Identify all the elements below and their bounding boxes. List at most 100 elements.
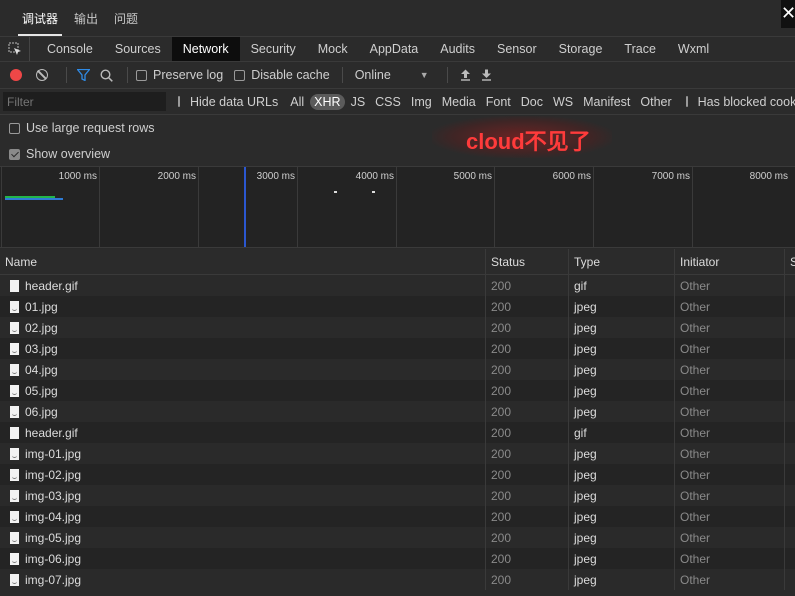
request-type: jpeg bbox=[569, 296, 675, 317]
request-status: 200 bbox=[486, 548, 569, 569]
close-icon[interactable]: ✕ bbox=[781, 0, 795, 28]
filter-type-all[interactable]: All bbox=[286, 94, 308, 110]
search-icon[interactable] bbox=[100, 68, 113, 82]
table-row[interactable]: 01.jpg 200 jpeg Other bbox=[0, 296, 795, 317]
request-name-cell[interactable]: img-07.jpg bbox=[0, 569, 486, 590]
file-icon bbox=[10, 405, 19, 418]
hide-data-urls-checkbox[interactable] bbox=[178, 96, 180, 107]
request-name-cell[interactable]: img-01.jpg bbox=[0, 443, 486, 464]
filter-type-media[interactable]: Media bbox=[438, 94, 480, 110]
request-initiator: Other bbox=[675, 317, 785, 338]
table-row[interactable]: header.gif 200 gif Other bbox=[0, 422, 795, 443]
request-name-cell[interactable]: 05.jpg bbox=[0, 380, 486, 401]
request-initiator: Other bbox=[675, 275, 785, 296]
blocked-cookies-checkbox[interactable] bbox=[685, 96, 688, 107]
inspect-element-icon[interactable] bbox=[0, 37, 30, 61]
filter-bar: Hide data URLs All XHR JS CSS Img Media … bbox=[0, 89, 795, 115]
column-header-name[interactable]: Name bbox=[0, 249, 486, 274]
request-initiator: Other bbox=[675, 401, 785, 422]
request-name-cell[interactable]: img-03.jpg bbox=[0, 485, 486, 506]
request-name: 05.jpg bbox=[25, 383, 58, 398]
request-name-cell[interactable]: 01.jpg bbox=[0, 296, 486, 317]
throttle-select[interactable]: Online ▼ bbox=[355, 68, 429, 82]
request-name-cell[interactable]: 03.jpg bbox=[0, 338, 486, 359]
tab-output[interactable]: 输出 bbox=[66, 10, 106, 36]
request-name-cell[interactable]: 04.jpg bbox=[0, 359, 486, 380]
table-row[interactable]: img-01.jpg 200 jpeg Other bbox=[0, 443, 795, 464]
filter-type-xhr[interactable]: XHR bbox=[310, 93, 345, 110]
filter-type-doc[interactable]: Doc bbox=[517, 94, 547, 110]
column-header-type[interactable]: Type bbox=[569, 249, 675, 274]
request-name: img-01.jpg bbox=[25, 446, 82, 461]
tab-sensor[interactable]: Sensor bbox=[486, 37, 548, 61]
divider bbox=[66, 67, 67, 83]
table-row[interactable]: img-03.jpg 200 jpeg Other bbox=[0, 485, 795, 506]
filter-type-manifest[interactable]: Manifest bbox=[579, 94, 634, 110]
table-row[interactable]: 02.jpg 200 jpeg Other bbox=[0, 317, 795, 338]
column-header-size[interactable]: S bbox=[785, 249, 795, 274]
record-icon[interactable] bbox=[10, 69, 22, 81]
tab-network[interactable]: Network bbox=[171, 37, 240, 61]
show-overview-option[interactable]: Show overview bbox=[0, 141, 795, 167]
import-har-icon[interactable] bbox=[460, 69, 471, 81]
tab-mock[interactable]: Mock bbox=[307, 37, 359, 61]
large-rows-option[interactable]: Use large request rows bbox=[0, 115, 795, 141]
request-name-cell[interactable]: img-06.jpg bbox=[0, 548, 486, 569]
filter-input[interactable] bbox=[3, 92, 166, 111]
request-name-cell[interactable]: img-04.jpg bbox=[0, 506, 486, 527]
tab-sources[interactable]: Sources bbox=[104, 37, 172, 61]
filter-type-other[interactable]: Other bbox=[636, 94, 675, 110]
table-row[interactable]: img-07.jpg 200 jpeg Other bbox=[0, 569, 795, 590]
request-name-cell[interactable]: img-05.jpg bbox=[0, 527, 486, 548]
filter-type-css[interactable]: CSS bbox=[371, 94, 405, 110]
table-row[interactable]: img-02.jpg 200 jpeg Other bbox=[0, 464, 795, 485]
file-icon bbox=[10, 552, 19, 565]
tab-console[interactable]: Console bbox=[36, 37, 104, 61]
column-header-initiator[interactable]: Initiator bbox=[675, 249, 785, 274]
table-row[interactable]: header.gif 200 gif Other bbox=[0, 275, 795, 296]
large-rows-checkbox[interactable] bbox=[9, 122, 20, 134]
overview-request-dot bbox=[334, 191, 337, 193]
tab-wxml[interactable]: Wxml bbox=[667, 37, 720, 61]
table-row[interactable]: img-05.jpg 200 jpeg Other bbox=[0, 527, 795, 548]
filter-icon[interactable] bbox=[77, 69, 90, 81]
request-name: img-02.jpg bbox=[25, 467, 82, 482]
request-name-cell[interactable]: header.gif bbox=[0, 275, 486, 296]
network-overview[interactable]: 1000 ms 2000 ms 3000 ms 4000 ms 5000 ms … bbox=[0, 166, 795, 248]
table-row[interactable]: img-04.jpg 200 jpeg Other bbox=[0, 506, 795, 527]
tab-problems[interactable]: 问题 bbox=[106, 10, 146, 36]
disable-cache-checkbox[interactable] bbox=[234, 69, 246, 81]
table-row[interactable]: 04.jpg 200 jpeg Other bbox=[0, 359, 795, 380]
file-icon bbox=[10, 573, 19, 586]
filter-type-js[interactable]: JS bbox=[347, 94, 370, 110]
table-row[interactable]: 03.jpg 200 jpeg Other bbox=[0, 338, 795, 359]
tab-trace[interactable]: Trace bbox=[613, 37, 667, 61]
request-status: 200 bbox=[486, 338, 569, 359]
filter-type-ws[interactable]: WS bbox=[549, 94, 577, 110]
request-status: 200 bbox=[486, 506, 569, 527]
export-har-icon[interactable] bbox=[481, 69, 492, 81]
tab-appdata[interactable]: AppData bbox=[359, 37, 430, 61]
table-row[interactable]: 06.jpg 200 jpeg Other bbox=[0, 401, 795, 422]
table-row[interactable]: 05.jpg 200 jpeg Other bbox=[0, 380, 795, 401]
tab-storage[interactable]: Storage bbox=[548, 37, 614, 61]
request-type: jpeg bbox=[569, 380, 675, 401]
table-row[interactable]: img-06.jpg 200 jpeg Other bbox=[0, 548, 795, 569]
tab-security[interactable]: Security bbox=[240, 37, 307, 61]
request-type: jpeg bbox=[569, 485, 675, 506]
clear-icon[interactable] bbox=[36, 69, 48, 81]
large-rows-label: Use large request rows bbox=[26, 121, 155, 135]
preserve-log-checkbox[interactable] bbox=[136, 69, 147, 81]
filter-type-font[interactable]: Font bbox=[482, 94, 515, 110]
request-initiator: Other bbox=[675, 443, 785, 464]
request-name-cell[interactable]: 06.jpg bbox=[0, 401, 486, 422]
filter-type-img[interactable]: Img bbox=[407, 94, 436, 110]
show-overview-checkbox[interactable] bbox=[9, 148, 20, 160]
request-name-cell[interactable]: img-02.jpg bbox=[0, 464, 486, 485]
tab-debugger[interactable]: 调试器 bbox=[14, 10, 66, 36]
overview-tick-label: 8000 ms bbox=[749, 171, 788, 182]
column-header-status[interactable]: Status bbox=[486, 249, 569, 274]
tab-audits[interactable]: Audits bbox=[429, 37, 486, 61]
request-name-cell[interactable]: header.gif bbox=[0, 422, 486, 443]
request-name-cell[interactable]: 02.jpg bbox=[0, 317, 486, 338]
